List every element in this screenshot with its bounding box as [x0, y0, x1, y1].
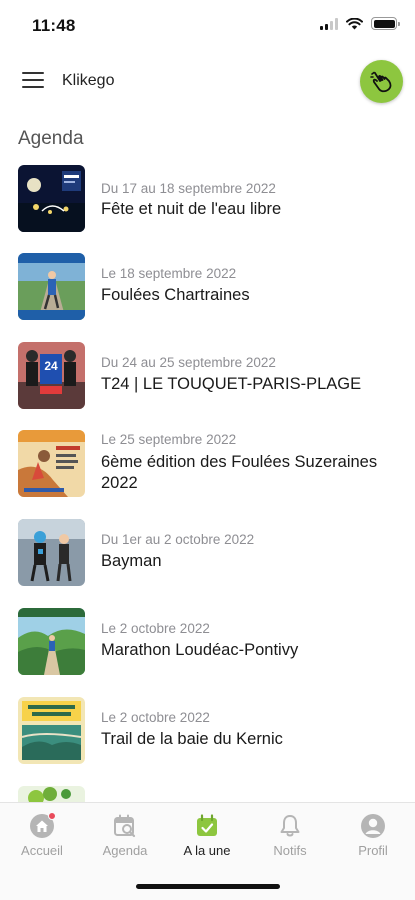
tab-label: A la une — [183, 843, 231, 858]
agenda-title: Agenda — [18, 128, 84, 149]
event-date: Du 24 au 25 septembre 2022 — [101, 355, 276, 370]
status-bar: 11:48 — [0, 0, 415, 52]
event-item[interactable]: Le 25 septembre 2022 6ème édition des Fo… — [0, 430, 415, 500]
event-item-partial[interactable] — [0, 786, 415, 802]
status-time: 11:48 — [32, 16, 76, 35]
event-thumbnail: 24 — [18, 342, 85, 409]
event-item[interactable]: 24 Du 24 au 25 septembre 2022 T24 | LE T… — [0, 342, 415, 412]
user-circle-icon — [360, 813, 386, 839]
app-header: Klikego — [0, 56, 415, 106]
home-indicator — [136, 884, 280, 889]
event-item[interactable]: Du 17 au 18 septembre 2022 Fête et nuit … — [0, 165, 415, 235]
event-thumbnail — [18, 430, 85, 497]
tab-profil[interactable]: Profil — [338, 813, 408, 858]
event-item[interactable]: Le 2 octobre 2022 Trail de la baie du Ke… — [0, 697, 415, 767]
event-date: Le 2 octobre 2022 — [101, 710, 210, 725]
event-date: Le 2 octobre 2022 — [101, 621, 210, 636]
tab-label: Profil — [358, 843, 388, 858]
event-thumbnail — [18, 253, 85, 320]
event-name: Trail de la baie du Kernic — [101, 730, 283, 748]
calendar-search-icon — [112, 813, 138, 839]
hand-pointer-icon — [369, 71, 391, 92]
tab-label: Accueil — [21, 843, 63, 858]
app-title: Klikego — [62, 72, 115, 89]
tab-a-la-une[interactable]: A la une — [172, 813, 242, 858]
bell-icon — [277, 813, 303, 839]
event-thumbnail — [18, 608, 85, 675]
event-name: Fête et nuit de l'eau libre — [101, 200, 282, 218]
event-name: Bayman — [101, 552, 162, 570]
tab-accueil[interactable]: Accueil — [7, 812, 77, 858]
event-thumbnail — [18, 165, 85, 232]
hand-pointer-button[interactable] — [360, 60, 403, 103]
event-thumbnail — [18, 786, 85, 802]
event-date: Le 18 septembre 2022 — [101, 266, 237, 281]
tab-label: Agenda — [102, 843, 148, 858]
event-thumbnail — [18, 519, 85, 586]
event-date: Du 17 au 18 septembre 2022 — [101, 181, 276, 196]
agenda-list: Du 17 au 18 septembre 2022 Fête et nuit … — [0, 162, 415, 802]
home-icon — [29, 812, 56, 839]
event-thumbnail — [18, 697, 85, 764]
tab-notifs[interactable]: Notifs — [255, 813, 325, 858]
notification-badge — [48, 812, 56, 820]
event-item[interactable]: Du 1er au 2 octobre 2022 Bayman — [0, 519, 415, 589]
calendar-check-icon — [194, 813, 220, 839]
event-name: 6ème édition des Foulées Suzeraines 2022 — [101, 453, 378, 492]
menu-icon[interactable] — [22, 70, 44, 90]
event-date: Du 1er au 2 octobre 2022 — [101, 532, 255, 547]
svg-text:24: 24 — [44, 359, 58, 373]
event-item[interactable]: Le 2 octobre 2022 Marathon Loudéac-Ponti… — [0, 608, 415, 678]
wifi-icon — [346, 17, 363, 29]
event-name: Marathon Loudéac-Pontivy — [101, 641, 299, 659]
tab-label: Notifs — [273, 843, 307, 858]
cellular-signal-icon — [320, 17, 338, 30]
tab-agenda[interactable]: Agenda — [90, 813, 160, 858]
event-item[interactable]: Le 18 septembre 2022 Foulées Chartraines — [0, 253, 415, 323]
status-icons — [320, 17, 400, 30]
event-date: Le 25 septembre 2022 — [101, 432, 237, 447]
battery-icon — [371, 17, 400, 30]
event-name: Foulées Chartraines — [101, 286, 250, 304]
event-name: T24 | LE TOUQUET-PARIS-PLAGE — [101, 375, 362, 393]
